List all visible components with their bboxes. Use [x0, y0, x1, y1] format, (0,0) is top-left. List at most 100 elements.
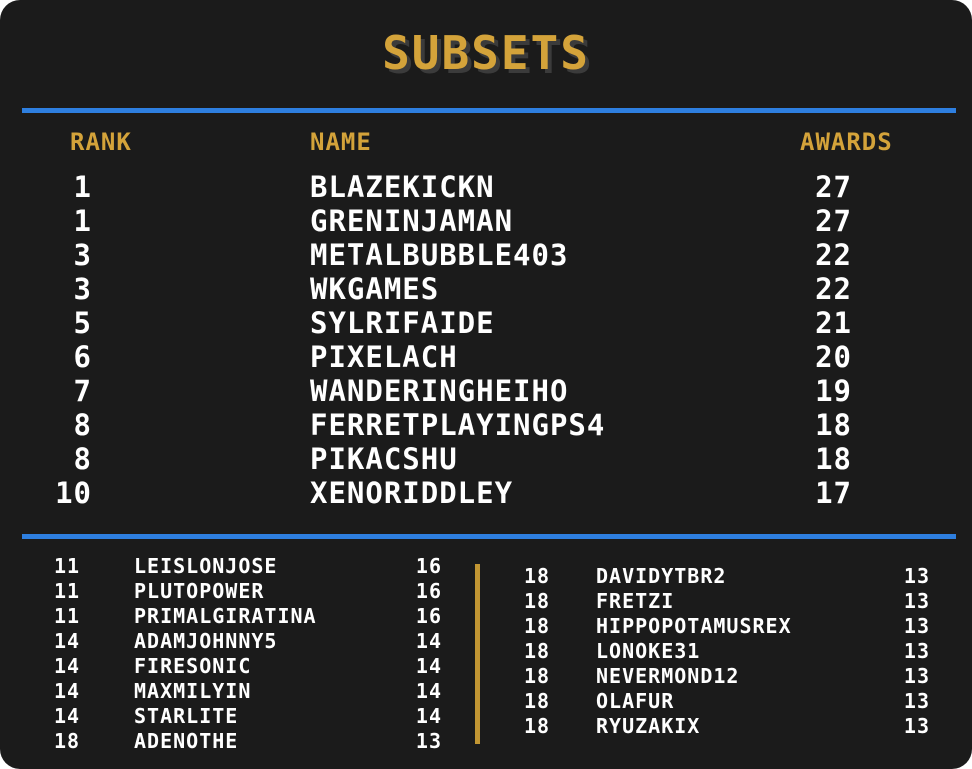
leaderboard-row: 1 BLAZEKICKN 27 [0, 170, 972, 204]
row-name: LEISLONJOSE [134, 554, 278, 578]
row-awards: 16 [415, 554, 442, 578]
row-name: OLAFUR [596, 689, 675, 713]
leaderboard-row: 8 FERRETPLAYINGPS4 18 [0, 408, 972, 442]
row-name: GRENINJAMAN [310, 204, 514, 238]
row-name: DAVIDYTBR2 [596, 564, 727, 588]
row-name: HIPPOPOTAMUSREX [596, 614, 792, 638]
row-awards: 22 [815, 238, 852, 272]
row-awards: 13 [415, 729, 442, 753]
lower-list-right: 18 DAVIDYTBR2 13 18 FRETZI 13 18 HIPPOPOTAMUS… [490, 564, 972, 739]
row-rank: 18 [524, 614, 551, 638]
row-name: METALBUBBLE403 [310, 238, 569, 272]
row-rank: 11 [54, 579, 81, 603]
list-item: 14 ADAMJOHNNY5 14 [0, 629, 470, 654]
row-rank: 8 [73, 408, 92, 442]
row-name: NEVERMOND12 [596, 664, 740, 688]
list-item: 18 RYUZAKIX 13 [490, 714, 972, 739]
row-rank: 11 [54, 604, 81, 628]
row-name: ADENOTHE [134, 729, 239, 753]
leaderboard-row: 7 WANDERINGHEIHO 19 [0, 374, 972, 408]
row-rank: 10 [55, 476, 92, 510]
list-item: 14 MAXMILYIN 14 [0, 679, 470, 704]
row-name: MAXMILYIN [134, 679, 252, 703]
row-awards: 13 [903, 564, 930, 588]
row-rank: 14 [54, 679, 81, 703]
list-item: 18 DAVIDYTBR2 13 [490, 564, 972, 589]
row-name: LONOKE31 [596, 639, 701, 663]
list-item: 18 FRETZI 13 [490, 589, 972, 614]
row-awards: 14 [415, 679, 442, 703]
leaderboard-row: 6 PIXELACH 20 [0, 340, 972, 374]
row-awards: 16 [415, 579, 442, 603]
row-rank: 6 [73, 340, 92, 374]
row-awards: 13 [903, 589, 930, 613]
row-name: ADAMJOHNNY5 [134, 629, 278, 653]
list-item: 11 LEISLONJOSE 16 [0, 554, 470, 579]
leaderboard-row: 8 PIKACSHU 18 [0, 442, 972, 476]
row-name: BLAZEKICKN [310, 170, 495, 204]
leaderboard-row: 1 GRENINJAMAN 27 [0, 204, 972, 238]
row-name: FERRETPLAYINGPS4 [310, 408, 606, 442]
column-divider [475, 564, 480, 744]
row-rank: 18 [524, 589, 551, 613]
leaderboard-row: 5 SYLRIFAIDE 21 [0, 306, 972, 340]
leaderboard-panel: SUBSETS RANK NAME AWARDS 1 BLAZEKICKN 27 1… [0, 0, 972, 769]
row-rank: 11 [54, 554, 81, 578]
list-item: 18 LONOKE31 13 [490, 639, 972, 664]
row-awards: 13 [903, 639, 930, 663]
row-rank: 14 [54, 629, 81, 653]
row-awards: 22 [815, 272, 852, 306]
row-awards: 16 [415, 604, 442, 628]
row-rank: 18 [524, 689, 551, 713]
row-awards: 13 [903, 614, 930, 638]
bottom-divider [22, 534, 956, 539]
row-awards: 27 [815, 170, 852, 204]
row-name: XENORIDDLEY [310, 476, 514, 510]
row-awards: 13 [903, 714, 930, 738]
row-rank: 3 [73, 238, 92, 272]
awards-header: AWARDS [800, 128, 893, 156]
row-awards: 21 [815, 306, 852, 340]
leaderboard-row: 3 METALBUBBLE403 22 [0, 238, 972, 272]
row-rank: 14 [54, 654, 81, 678]
row-awards: 19 [815, 374, 852, 408]
row-rank: 1 [73, 170, 92, 204]
row-name: FIRESONIC [134, 654, 252, 678]
row-rank: 1 [73, 204, 92, 238]
row-rank: 18 [524, 639, 551, 663]
row-awards: 14 [415, 629, 442, 653]
row-awards: 18 [815, 442, 852, 476]
list-item: 18 HIPPOPOTAMUSREX 13 [490, 614, 972, 639]
row-rank: 18 [524, 714, 551, 738]
row-rank: 7 [73, 374, 92, 408]
rank-header: RANK [70, 128, 132, 156]
top-ten-list: 1 BLAZEKICKN 27 1 GRENINJAMAN 27 3 METALBUBBL… [0, 170, 972, 510]
row-name: RYUZAKIX [596, 714, 701, 738]
list-item: 11 PRIMALGIRATINA 16 [0, 604, 470, 629]
list-item: 14 FIRESONIC 14 [0, 654, 470, 679]
list-item: 18 OLAFUR 13 [490, 689, 972, 714]
row-name: SYLRIFAIDE [310, 306, 495, 340]
row-awards: 18 [815, 408, 852, 442]
leaderboard-row: 10 XENORIDDLEY 17 [0, 476, 972, 510]
page-title: SUBSETS [382, 26, 590, 80]
top-divider [22, 108, 956, 113]
list-item: 14 STARLITE 14 [0, 704, 470, 729]
row-name: PLUTOPOWER [134, 579, 265, 603]
list-item: 11 PLUTOPOWER 16 [0, 579, 470, 604]
list-item: 18 NEVERMOND12 13 [490, 664, 972, 689]
row-name: FRETZI [596, 589, 675, 613]
row-name: PRIMALGIRATINA [134, 604, 317, 628]
row-rank: 18 [524, 664, 551, 688]
row-awards: 14 [415, 704, 442, 728]
row-awards: 20 [815, 340, 852, 374]
leaderboard-row: 3 WKGAMES 22 [0, 272, 972, 306]
row-rank: 14 [54, 704, 81, 728]
row-awards: 13 [903, 664, 930, 688]
row-awards: 27 [815, 204, 852, 238]
row-awards: 17 [815, 476, 852, 510]
row-name: STARLITE [134, 704, 239, 728]
lower-list-left: 11 LEISLONJOSE 16 11 PLUTOPOWER 16 11 PRIMALG… [0, 554, 470, 754]
row-rank: 18 [54, 729, 81, 753]
list-item: 18 ADENOTHE 13 [0, 729, 470, 754]
